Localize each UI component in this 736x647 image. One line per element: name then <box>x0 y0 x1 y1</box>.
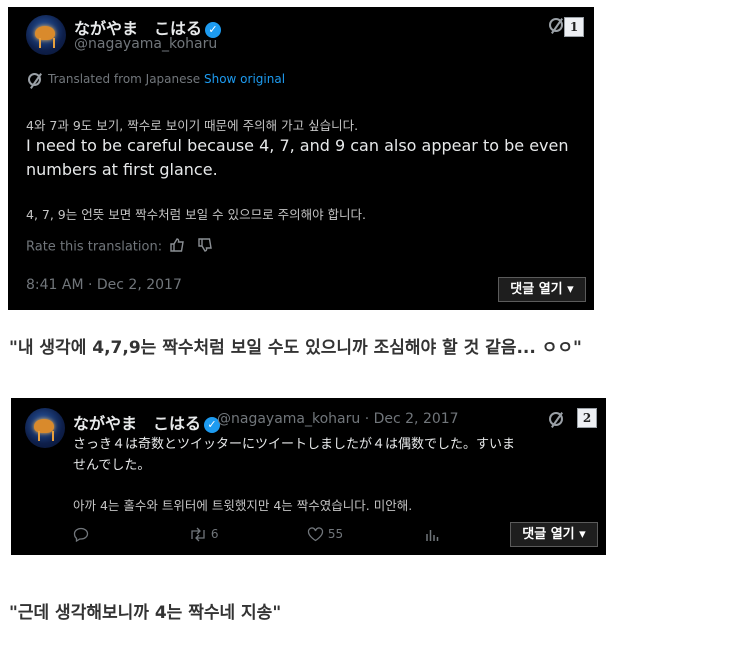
like-count: 55 <box>327 527 344 541</box>
tweet-text-line-1: さっき４は奇数とツイッターにツイートしましたが４は偶数でした。すいま <box>73 437 516 452</box>
open-comments-button[interactable]: 댓글 열기 ▾ <box>498 277 586 302</box>
tweet-card-1: ながやま こはる ✓ @nagayama_koharu 1 Translated … <box>8 7 594 310</box>
korean-translation-2: 4, 7, 9는 언뜻 보면 짝수처럼 보일 수 있으므로 주의해야 합니다. <box>26 207 367 222</box>
index-badge: 2 <box>577 408 597 428</box>
timestamp[interactable]: 8:41 AM · Dec 2, 2017 <box>26 277 182 293</box>
korean-translation: 아까 4는 홀수와 트위터에 트윗했지만 4는 짝수였습니다. 미안해. <box>73 498 413 513</box>
avatar[interactable] <box>25 408 65 448</box>
show-original-link[interactable]: Show original <box>204 72 285 86</box>
grok-icon[interactable] <box>549 412 563 426</box>
retweet-button[interactable]: 6 <box>189 527 218 542</box>
tweet-card-2: ながやま こはる ✓ @nagayama_koharu · Dec 2, 2017… <box>11 398 606 555</box>
rate-translation: Rate this translation: <box>26 238 213 256</box>
avatar[interactable] <box>26 15 66 55</box>
translate-icon <box>28 73 41 86</box>
user-handle[interactable]: @nagayama_koharu <box>74 36 217 52</box>
reply-button[interactable] <box>73 527 89 542</box>
korean-translation-1: 4와 7과 9도 보기, 짝수로 보이기 때문에 주의해 가고 싶습니다. <box>26 118 359 133</box>
tweet-text-line-2: せんでした。 <box>73 458 151 473</box>
index-badge: 1 <box>564 17 584 37</box>
english-translation-line-2: numbers at first glance. <box>26 160 218 179</box>
english-translation-line-1: I need to be careful because 4, 7, and 9… <box>26 136 569 155</box>
thumbs-up-icon[interactable] <box>170 238 185 256</box>
user-handle-date[interactable]: @nagayama_koharu · Dec 2, 2017 <box>217 411 459 427</box>
translation-note: Translated from Japanese Show original <box>48 72 286 86</box>
grok-icon[interactable] <box>549 18 563 32</box>
caption-1: "내 생각에 4,7,9는 짝수처럼 보일 수도 있으니까 조심해야 할 것 같… <box>9 338 582 358</box>
like-button[interactable]: 55 <box>307 527 343 542</box>
views-button[interactable] <box>424 527 440 542</box>
caption-2: "근데 생각해보니까 4는 짝수네 지송" <box>9 603 282 623</box>
thumbs-down-icon[interactable] <box>198 238 213 256</box>
retweet-count: 6 <box>210 527 219 541</box>
display-name[interactable]: ながやま こはる ✓ <box>73 410 221 434</box>
open-comments-button[interactable]: 댓글 열기 ▾ <box>510 522 598 547</box>
